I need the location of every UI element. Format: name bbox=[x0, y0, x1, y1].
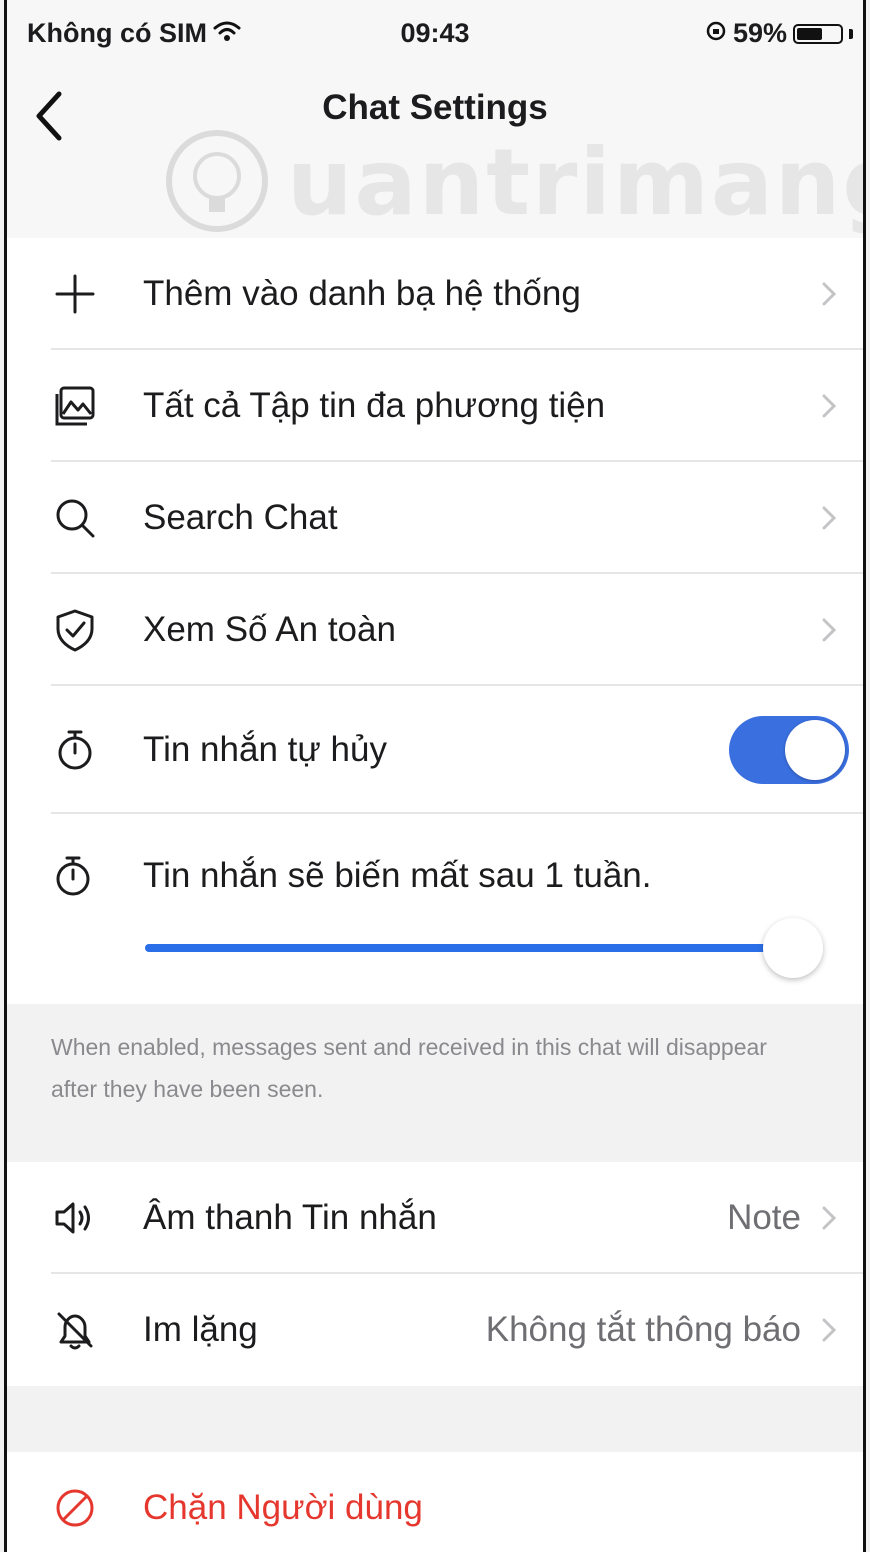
shield-check-icon bbox=[51, 606, 99, 654]
chevron-right-icon bbox=[822, 1318, 837, 1342]
block-user-label: Chặn Người dùng bbox=[143, 1488, 423, 1527]
settings-list: Thêm vào danh bạ hệ thống Tất cả Tập tin… bbox=[7, 238, 863, 1552]
chevron-right-icon bbox=[822, 506, 837, 530]
toggle-knob bbox=[785, 720, 845, 780]
speaker-icon bbox=[51, 1194, 99, 1242]
slider-thumb[interactable] bbox=[763, 918, 823, 978]
chevron-right-icon bbox=[822, 282, 837, 306]
row-disappearing-messages: Tin nhắn tự hủy bbox=[7, 686, 863, 814]
row-block-user[interactable]: Chặn Người dùng bbox=[7, 1452, 863, 1552]
row-disappear-timer: Tin nhắn sẽ biến mất sau 1 tuần. bbox=[7, 814, 863, 1004]
row-value: Note bbox=[727, 1198, 801, 1237]
row-label: Im lặng bbox=[143, 1310, 258, 1349]
disappearing-footnote: When enabled, messages sent and received… bbox=[7, 1004, 863, 1162]
timer-label: Tin nhắn sẽ biến mất sau 1 tuần. bbox=[143, 856, 652, 895]
slider-fill bbox=[145, 944, 793, 952]
row-value: Không tắt thông báo bbox=[485, 1310, 801, 1349]
row-label: Search Chat bbox=[143, 498, 338, 537]
row-mute[interactable]: Im lặng Không tắt thông báo bbox=[7, 1274, 863, 1386]
disappearing-toggle[interactable] bbox=[729, 716, 849, 784]
timer-icon bbox=[51, 726, 99, 774]
status-right: 59% bbox=[705, 18, 853, 49]
row-add-contact[interactable]: Thêm vào danh bạ hệ thống bbox=[7, 238, 863, 350]
plus-icon bbox=[51, 270, 99, 318]
row-label: Thêm vào danh bạ hệ thống bbox=[143, 274, 581, 313]
battery-tip bbox=[849, 28, 853, 39]
row-message-sound[interactable]: Âm thanh Tin nhắn Note bbox=[7, 1162, 863, 1274]
row-label: Âm thanh Tin nhắn bbox=[143, 1198, 437, 1237]
battery-icon bbox=[793, 23, 843, 44]
rotation-lock-icon bbox=[705, 18, 727, 49]
row-label: Tin nhắn tự hủy bbox=[143, 730, 387, 769]
page-title: Chat Settings bbox=[322, 88, 548, 127]
search-icon bbox=[51, 494, 99, 542]
watermark-logo: uantrimang bbox=[157, 126, 863, 236]
chevron-right-icon bbox=[822, 394, 837, 418]
photo-icon bbox=[51, 382, 99, 430]
chevron-right-icon bbox=[822, 618, 837, 642]
row-safety-number[interactable]: Xem Số An toàn bbox=[7, 574, 863, 686]
bell-off-icon bbox=[51, 1306, 99, 1354]
battery-percent: 59% bbox=[732, 18, 787, 48]
navigation-bar: Chat Settings uantrimang bbox=[7, 66, 863, 239]
section-gap bbox=[7, 1386, 863, 1452]
battery-level bbox=[797, 27, 822, 40]
status-bar: Không có SIM 09:43 59% bbox=[7, 0, 863, 66]
watermark-text: uantrimang bbox=[287, 129, 866, 236]
row-label: Tất cả Tập tin đa phương tiện bbox=[143, 386, 606, 425]
timer-slider[interactable] bbox=[145, 944, 793, 952]
app-frame: Không có SIM 09:43 59% Chat Settings uan… bbox=[4, 0, 866, 1552]
row-search-chat[interactable]: Search Chat bbox=[7, 462, 863, 574]
row-all-media[interactable]: Tất cả Tập tin đa phương tiện bbox=[7, 350, 863, 462]
timer-icon bbox=[51, 854, 99, 902]
block-icon bbox=[51, 1484, 99, 1532]
row-label: Xem Số An toàn bbox=[143, 610, 396, 649]
chevron-right-icon bbox=[822, 1206, 837, 1230]
